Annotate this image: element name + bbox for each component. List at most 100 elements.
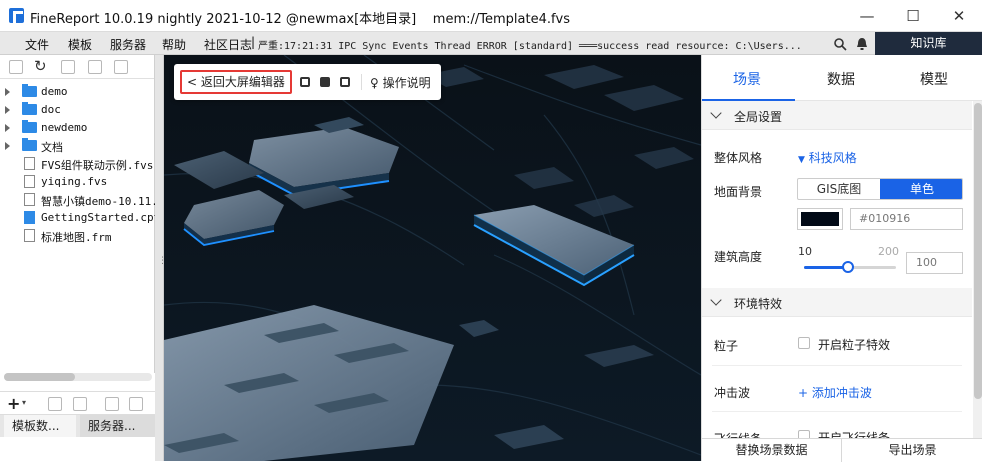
expand-arrow-icon[interactable] bbox=[5, 142, 10, 150]
toolbar-divider bbox=[361, 74, 362, 90]
tree-item-file[interactable]: 标准地图.frm bbox=[0, 227, 155, 245]
refresh-icon[interactable]: ↻ bbox=[34, 57, 47, 75]
particle-label: 粒子 bbox=[714, 339, 739, 353]
particle-checkbox-label: 开启粒子特效 bbox=[818, 338, 891, 352]
scrollbar-thumb[interactable] bbox=[4, 373, 76, 381]
delete-icon[interactable] bbox=[73, 397, 87, 411]
menu-template[interactable]: 模板 bbox=[68, 36, 92, 53]
menu-file[interactable]: 文件 bbox=[25, 36, 49, 53]
export-scene-button[interactable]: 导出场景 bbox=[842, 439, 982, 462]
scrollbar-thumb[interactable] bbox=[974, 103, 982, 399]
edit-icon[interactable] bbox=[48, 397, 62, 411]
app-logo-icon bbox=[9, 8, 24, 23]
building-height-slider[interactable] bbox=[804, 261, 896, 273]
style-select[interactable]: ▼ 科技风格 bbox=[798, 149, 857, 166]
tree-item-file[interactable]: yiqing.fvs bbox=[0, 173, 155, 191]
menu-separator: | bbox=[251, 35, 256, 49]
expand-arrow-icon[interactable] bbox=[5, 106, 10, 114]
add-icon[interactable]: + bbox=[7, 394, 20, 413]
expand-arrow-icon[interactable] bbox=[5, 88, 10, 96]
bottom-tab-bar: 模板数... 服务器... bbox=[0, 415, 155, 437]
replace-scene-data-button[interactable]: 替换场景数据 bbox=[702, 439, 842, 462]
tab-server-data[interactable]: 服务器... bbox=[80, 415, 155, 437]
view-mode-2-icon[interactable] bbox=[320, 77, 330, 87]
file-icon bbox=[24, 193, 35, 206]
tree-item-folder[interactable]: doc bbox=[0, 101, 155, 119]
close-button[interactable]: ✕ bbox=[936, 0, 982, 32]
expand-arrow-icon[interactable] bbox=[5, 124, 10, 132]
add-shockwave-button[interactable]: + 添加冲击波 bbox=[798, 384, 872, 401]
menu-server[interactable]: 服务器 bbox=[110, 36, 146, 53]
minimize-button[interactable]: — bbox=[844, 0, 890, 32]
folder-icon bbox=[22, 138, 37, 151]
panel-footer: 替换场景数据 导出场景 bbox=[702, 438, 982, 462]
file-tree-panel: ↻ demo doc newdemo 文档 FVS组件联动示例.fvs yiqi… bbox=[0, 55, 160, 461]
back-to-editor-button[interactable]: < 返回大屏编辑器 bbox=[180, 70, 292, 94]
ground-mode-toggle: GIS底图 单色 bbox=[797, 178, 963, 200]
chevron-down-icon bbox=[710, 294, 722, 306]
divider bbox=[712, 411, 962, 412]
chevron-left-icon: < bbox=[187, 75, 198, 89]
scene-canvas[interactable]: < 返回大屏编辑器 ♀ 操作说明 bbox=[164, 55, 701, 461]
tree-item-folder[interactable]: 文档 bbox=[0, 137, 155, 155]
export-icon[interactable] bbox=[129, 397, 143, 411]
scene-toolbar: < 返回大屏编辑器 ♀ 操作说明 bbox=[174, 64, 441, 100]
tree-item-file[interactable]: GettingStarted.cpt bbox=[0, 209, 160, 227]
slider-min-label: 10 bbox=[798, 245, 812, 258]
color-preview bbox=[801, 212, 839, 226]
file-icon bbox=[24, 229, 35, 242]
new-folder-icon[interactable] bbox=[9, 60, 23, 74]
view-mode-1-icon[interactable] bbox=[300, 77, 310, 87]
horizontal-scrollbar[interactable] bbox=[4, 373, 152, 381]
section-global-settings[interactable]: 全局设置 bbox=[702, 101, 972, 130]
tree-item-file[interactable]: 智慧小镇demo-10.11. bbox=[0, 191, 158, 209]
tab-data[interactable]: 数据 bbox=[827, 69, 855, 89]
delete-icon[interactable] bbox=[114, 60, 128, 74]
chevron-down-icon[interactable]: ▾ bbox=[22, 398, 26, 407]
tab-scene[interactable]: 场景 bbox=[733, 69, 761, 89]
maximize-button[interactable]: ☐ bbox=[890, 0, 936, 32]
vertical-scrollbar[interactable] bbox=[973, 101, 982, 438]
knowledge-base-button[interactable]: 知识库 bbox=[875, 32, 982, 55]
operation-help-button[interactable]: ♀ 操作说明 bbox=[370, 74, 431, 91]
menu-community-log[interactable]: 社区日志 bbox=[204, 36, 252, 53]
properties-icon[interactable] bbox=[61, 60, 75, 74]
tree-item-file[interactable]: FVS组件联动示例.fvs bbox=[0, 155, 155, 173]
chevron-down-icon bbox=[710, 107, 722, 119]
properties-panel: 场景 数据 模型 全局设置 整体风格 ▼ 科技风格 地面背景 GIS底图 单色 … bbox=[701, 55, 982, 462]
section-environment[interactable]: 环境特效 bbox=[702, 288, 972, 317]
shockwave-label: 冲击波 bbox=[714, 386, 751, 400]
left-bottom-area: + ▾ 模板数... 服务器... bbox=[0, 373, 155, 461]
tab-model[interactable]: 模型 bbox=[920, 69, 948, 89]
lightbulb-icon: ♀ bbox=[370, 76, 379, 90]
ground-label: 地面背景 bbox=[714, 185, 763, 199]
style-label: 整体风格 bbox=[714, 151, 763, 165]
slider-max-label: 200 bbox=[878, 245, 899, 258]
building-height-input[interactable]: 100 bbox=[906, 252, 963, 274]
log-message[interactable]: 严重:17:21:31 IPC Sync Events Thread ERROR… bbox=[258, 37, 828, 52]
search-icon[interactable] bbox=[834, 38, 847, 51]
template-path: mem://Template4.fvs bbox=[432, 12, 571, 27]
folder-icon bbox=[22, 84, 37, 97]
tree-item-folder[interactable]: newdemo bbox=[0, 119, 155, 137]
template-toolbar: + ▾ bbox=[0, 391, 155, 415]
view-mode-3-icon[interactable] bbox=[340, 77, 350, 87]
preview-icon[interactable] bbox=[105, 397, 119, 411]
file-icon bbox=[24, 157, 35, 170]
ground-solid-option[interactable]: 单色 bbox=[880, 179, 962, 199]
menu-help[interactable]: 帮助 bbox=[162, 36, 186, 53]
ground-color-swatch[interactable] bbox=[797, 208, 843, 230]
window-title: FineReport 10.0.19 nightly 2021-10-12 @n… bbox=[30, 12, 571, 27]
settings-icon[interactable] bbox=[88, 60, 102, 74]
ground-gis-option[interactable]: GIS底图 bbox=[798, 179, 880, 199]
ground-color-input[interactable]: #010916 bbox=[850, 208, 963, 230]
report-file-icon bbox=[24, 211, 35, 224]
slider-handle[interactable] bbox=[841, 261, 854, 273]
tab-template-data[interactable]: 模板数... bbox=[4, 415, 76, 437]
bell-icon[interactable] bbox=[856, 37, 868, 51]
folder-icon bbox=[22, 102, 37, 115]
file-icon bbox=[24, 175, 35, 188]
particle-checkbox[interactable] bbox=[798, 337, 810, 349]
tree-item-folder[interactable]: demo bbox=[0, 83, 155, 101]
menu-bar: 文件 模板 服务器 帮助 社区日志 | 严重:17:21:31 IPC Sync… bbox=[0, 32, 982, 55]
